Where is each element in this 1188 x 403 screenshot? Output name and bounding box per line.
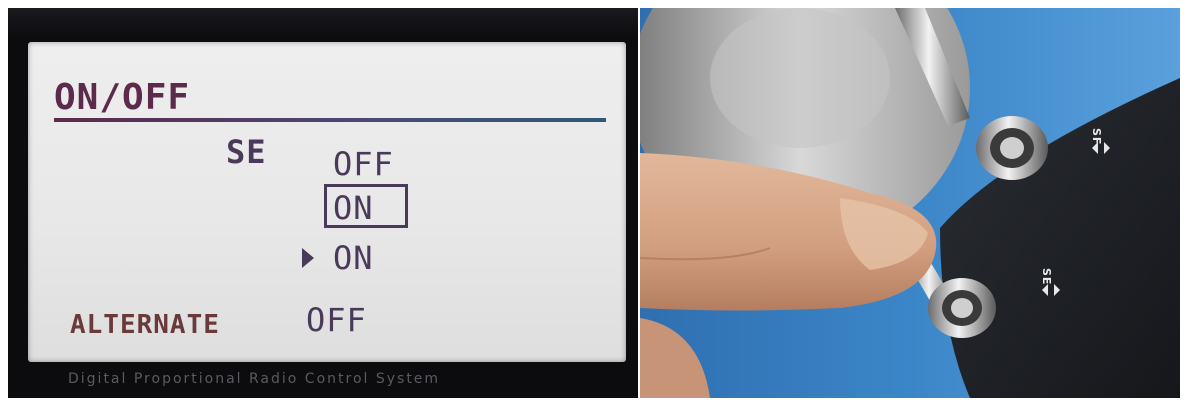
switch-label-se: SE (1040, 268, 1053, 286)
state-option-on[interactable]: ON (333, 192, 374, 224)
switch-name: SE (226, 133, 267, 171)
alternate-value[interactable]: OFF (306, 304, 367, 336)
switch-label-sf: SF (1090, 128, 1103, 146)
switch-photo (640, 8, 1180, 398)
current-state: ON (333, 239, 374, 277)
switch-photo-panel: SF SE (640, 8, 1180, 398)
state-option-off[interactable]: OFF (333, 148, 394, 180)
lcd-screen: ON/OFF SE OFF ON ON ALTERNATE OFF (28, 42, 626, 362)
footer-brand-text: Digital Proportional Radio Control Syste… (68, 371, 441, 387)
page-title: ON/OFF (54, 77, 191, 118)
bezel (8, 8, 638, 38)
lcd-display-panel: ON/OFF SE OFF ON ON ALTERNATE OFF Digita… (8, 8, 638, 398)
alternate-label: ALTERNATE (70, 310, 220, 340)
title-underline (54, 118, 606, 122)
current-state-pointer-icon (302, 248, 314, 268)
